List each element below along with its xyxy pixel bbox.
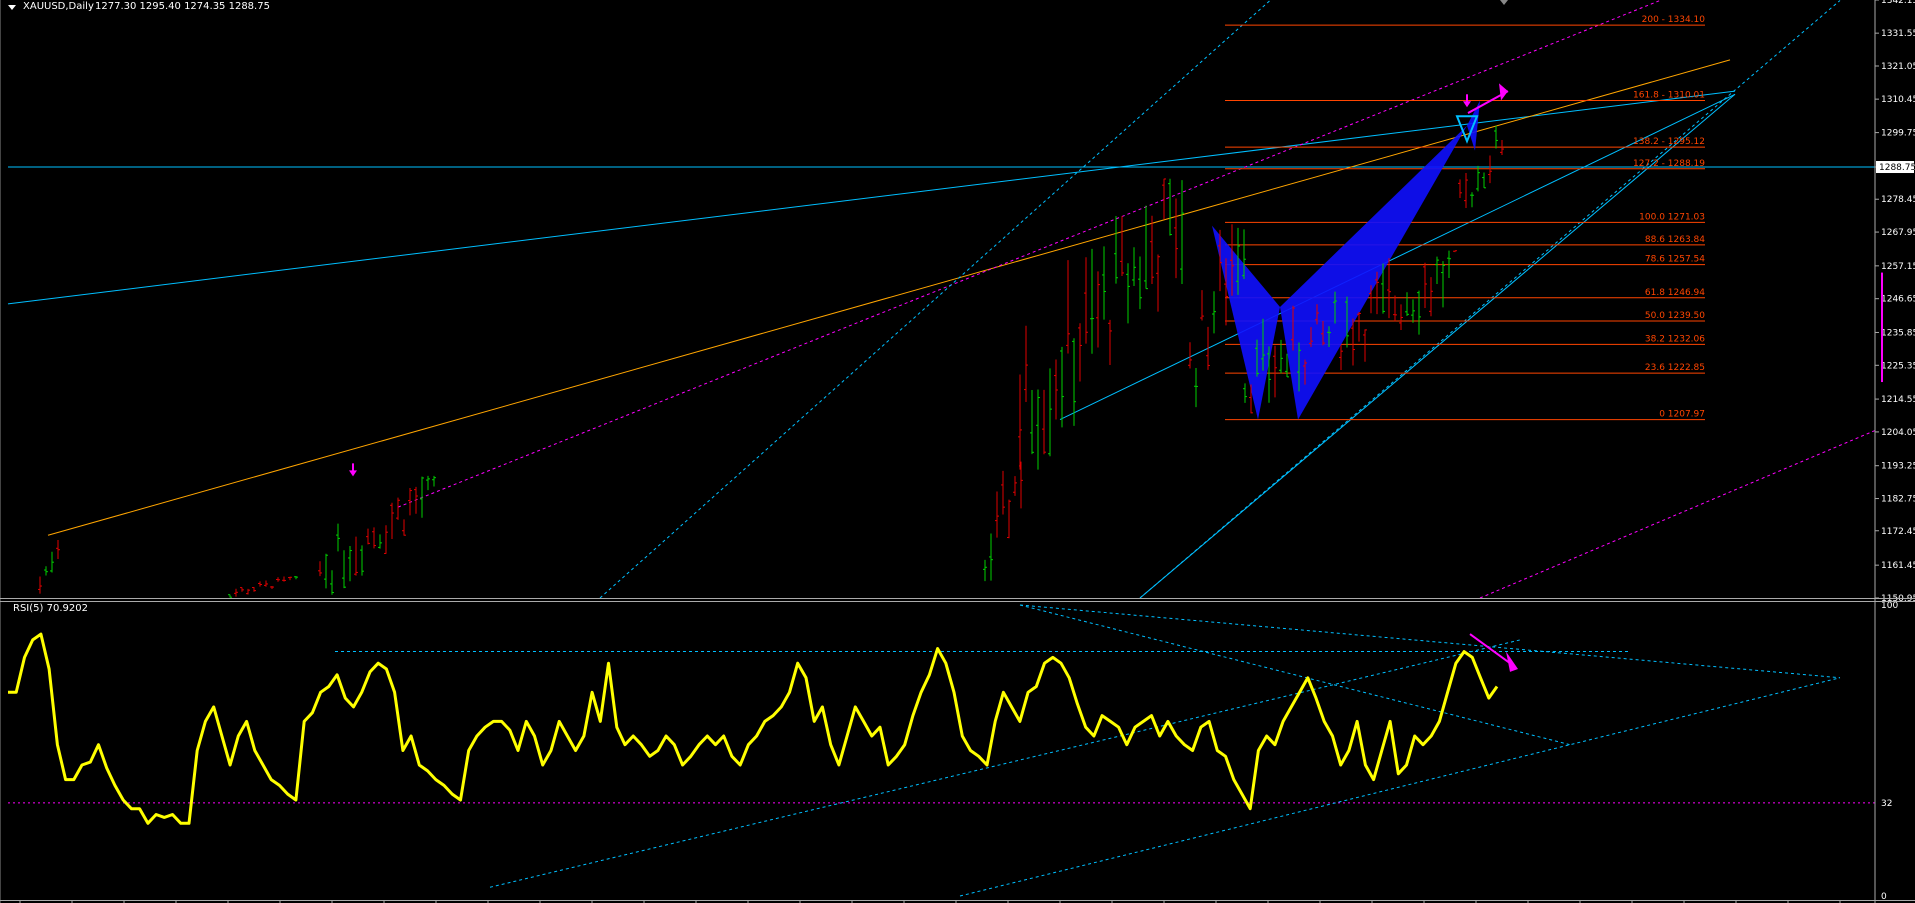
rsi-tick-label: 100 <box>1881 601 1898 611</box>
top-marker-icon <box>1500 0 1508 5</box>
price-tick-label: 1172.45 <box>1881 527 1915 537</box>
fib-level-label: 200 - 1334.10 <box>1642 15 1706 25</box>
price-tick-label: 1214.55 <box>1881 395 1915 405</box>
rsi-down-arrow-icon <box>1469 633 1511 665</box>
rsi-tick-label: 32 <box>1881 799 1892 809</box>
price-pane[interactable]: 1342.15 1331.55 1321.05 1310.45 1299.75 1288.… <box>7 0 1915 604</box>
fib-level-label: 50.0 1239.50 <box>1645 311 1705 321</box>
price-tick-label: 1193.25 <box>1881 462 1915 472</box>
pattern-leg-bcd <box>1280 125 1467 420</box>
sell-arrow-icon-head <box>349 470 357 477</box>
pattern-leg-xab <box>1212 225 1280 420</box>
rsi-label: RSI(5) 70.9202 <box>13 603 88 614</box>
overlay-layer: 1288.75 <box>0 0 1915 903</box>
price-tick-label: 1310.45 <box>1881 95 1915 105</box>
fib-level-label: 78.6 1257.54 <box>1645 255 1705 265</box>
price-tick-label: 1342.15 <box>1881 0 1915 6</box>
magenta-channel-lower <box>1479 430 1876 599</box>
price-tick-label: 1182.75 <box>1881 495 1915 505</box>
rsi-upper-channel <box>1019 604 1841 679</box>
rsi-series-line <box>8 632 1499 825</box>
sell-arrow-icon-2-head <box>1463 101 1471 108</box>
window-dropdown-icon[interactable] <box>8 5 16 10</box>
fib-level-label: 161.8 - 1310.01 <box>1633 91 1705 101</box>
fib-level-label: 61.8 1246.94 <box>1645 288 1705 298</box>
price-tick-label: 1235.85 <box>1881 328 1915 338</box>
price-tick-label: 1161.45 <box>1881 561 1915 571</box>
cyan-channel-upper <box>599 0 1271 599</box>
rsi-pane[interactable]: 100320 <box>8 601 1898 902</box>
price-tick-label: 1321.05 <box>1881 62 1915 72</box>
rsi-lower-channel <box>959 677 1841 897</box>
price-tick-label: 1278.45 <box>1881 195 1915 205</box>
fib-level-label: 127.2 - 1288.19 <box>1633 159 1705 169</box>
magenta-channel-upper <box>397 0 1661 508</box>
fib-level-label: 88.6 1263.84 <box>1645 235 1705 245</box>
chart-canvas[interactable]: 1342.15 1331.55 1321.05 1310.45 1299.75 1288.… <box>0 0 1915 903</box>
ohlc-header: 1277.30 1295.40 1274.35 1288.75 <box>95 1 270 12</box>
price-tick-label: 1204.05 <box>1881 428 1915 438</box>
price-tick-label: 1299.75 <box>1881 129 1915 139</box>
fib-level-label: 138.2 - 1295.12 <box>1633 137 1705 147</box>
fib-level-label: 38.2 1232.06 <box>1645 334 1705 344</box>
up-arrow-head <box>1499 83 1508 101</box>
fib-level-label: 0 1207.97 <box>1659 410 1705 420</box>
price-tick-label: 1225.35 <box>1881 361 1915 371</box>
rsi-down-channel <box>1019 604 1571 746</box>
price-tick-label: 1246.65 <box>1881 295 1915 305</box>
fib-level-label: 100.0 1271.03 <box>1639 212 1705 222</box>
price-tick-label: 1257.15 <box>1881 262 1915 272</box>
fib-level-label: 23.6 1222.85 <box>1645 363 1705 373</box>
current-price-tag-label: 1288.75 <box>1879 163 1915 173</box>
price-tick-label: 1331.55 <box>1881 29 1915 39</box>
chart-title: XAUUSD,Daily <box>23 1 94 12</box>
price-tick-label: 1267.95 <box>1881 228 1915 238</box>
